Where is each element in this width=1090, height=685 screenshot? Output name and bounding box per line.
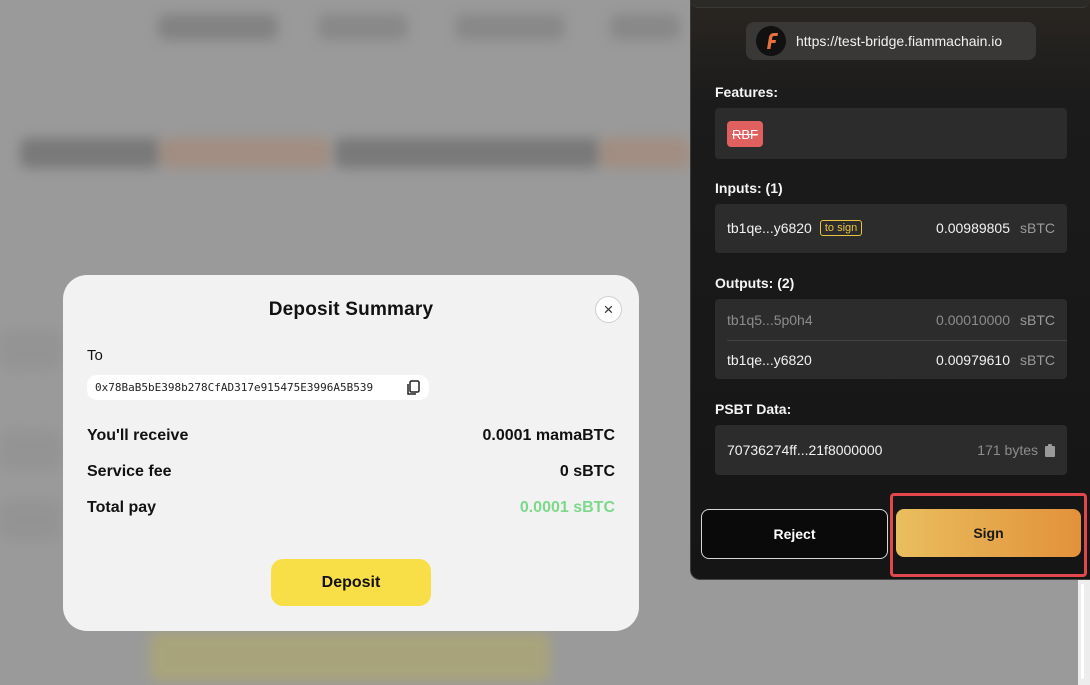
psbt-size: 171 bytes	[977, 442, 1038, 458]
background-nav-item	[455, 14, 565, 40]
inputs-panel: tb1qe...y6820 to sign 0.00989805 sBTC	[715, 204, 1067, 253]
output-unit: sBTC	[1020, 352, 1055, 368]
background-nav-item	[610, 14, 680, 40]
output-divider	[727, 340, 1067, 341]
close-button[interactable]: ×	[595, 296, 622, 323]
background-nav-item	[158, 14, 278, 40]
outputs-title: Outputs: (2)	[715, 275, 795, 291]
to-label: To	[87, 347, 103, 364]
receive-value: 0.0001 mamaBTC	[482, 427, 615, 444]
input-unit: sBTC	[1020, 220, 1055, 236]
psbt-title: PSBT Data:	[715, 401, 792, 417]
background-heading-accent	[600, 138, 690, 168]
reject-button[interactable]: Reject	[701, 509, 888, 559]
sign-button-highlight	[890, 493, 1087, 577]
site-origin: https://test-bridge.fiammachain.io	[746, 22, 1036, 60]
rbf-badge: RBF	[727, 121, 763, 147]
background-card	[0, 330, 62, 370]
scrollbar-track[interactable]	[1078, 580, 1090, 685]
outputs-panel: tb1q5...5p0h4 0.00010000 sBTC tb1qe...y6…	[715, 299, 1067, 379]
output-unit: sBTC	[1020, 312, 1055, 328]
fiamma-logo-icon	[756, 26, 786, 56]
inputs-title: Inputs: (1)	[715, 180, 783, 196]
output-amount: 0.00979610	[936, 352, 1010, 368]
output-row: tb1qe...y6820 0.00979610 sBTC	[727, 350, 1055, 370]
background-heading	[335, 138, 600, 168]
modal-title: Deposit Summary	[268, 299, 434, 320]
service-fee-value: 0 sBTC	[559, 463, 615, 480]
features-panel: RBF	[715, 108, 1067, 159]
deposit-summary-modal: Deposit Summary × To 0x78BaB5bE398b278Cf…	[63, 275, 639, 631]
popup-top-edge	[691, 0, 1090, 8]
output-row: tb1q5...5p0h4 0.00010000 sBTC	[727, 310, 1055, 330]
total-pay-value: 0.0001 sBTC	[519, 499, 615, 516]
output-amount: 0.00010000	[936, 312, 1010, 328]
scrollbar-thumb[interactable]	[1081, 584, 1084, 679]
features-title: Features:	[715, 84, 779, 100]
background-nav-item	[318, 14, 408, 40]
output-address: tb1q5...5p0h4	[727, 312, 813, 328]
background-heading-accent	[160, 138, 330, 168]
psbt-row: 70736274ff...21f8000000 171 bytes	[727, 440, 1055, 460]
background-button	[150, 632, 550, 682]
total-pay-label: Total pay	[87, 499, 157, 516]
input-row: tb1qe...y6820 to sign 0.00989805 sBTC	[727, 218, 1055, 238]
input-amount: 0.00989805	[936, 220, 1010, 236]
site-url: https://test-bridge.fiammachain.io	[796, 33, 1003, 49]
receive-label: You'll receive	[87, 427, 189, 444]
recipient-address-text: 0x78BaB5bE398b278CfAD317e915475E3996A5B5…	[95, 381, 374, 394]
input-address: tb1qe...y6820	[727, 220, 812, 236]
background-card	[0, 430, 62, 470]
deposit-button[interactable]: Deposit	[271, 559, 431, 606]
clipboard-icon[interactable]	[1045, 443, 1055, 457]
to-sign-tag: to sign	[819, 220, 863, 236]
background-card	[0, 500, 62, 540]
psbt-panel: 70736274ff...21f8000000 171 bytes	[715, 425, 1067, 475]
output-address: tb1qe...y6820	[727, 352, 812, 368]
background-heading	[20, 138, 160, 168]
close-icon: ×	[603, 300, 614, 319]
recipient-address: 0x78BaB5bE398b278CfAD317e915475E3996A5B5…	[87, 375, 429, 400]
psbt-data: 70736274ff...21f8000000	[727, 442, 883, 458]
service-fee-label: Service fee	[87, 463, 172, 480]
copy-icon[interactable]	[406, 380, 420, 396]
